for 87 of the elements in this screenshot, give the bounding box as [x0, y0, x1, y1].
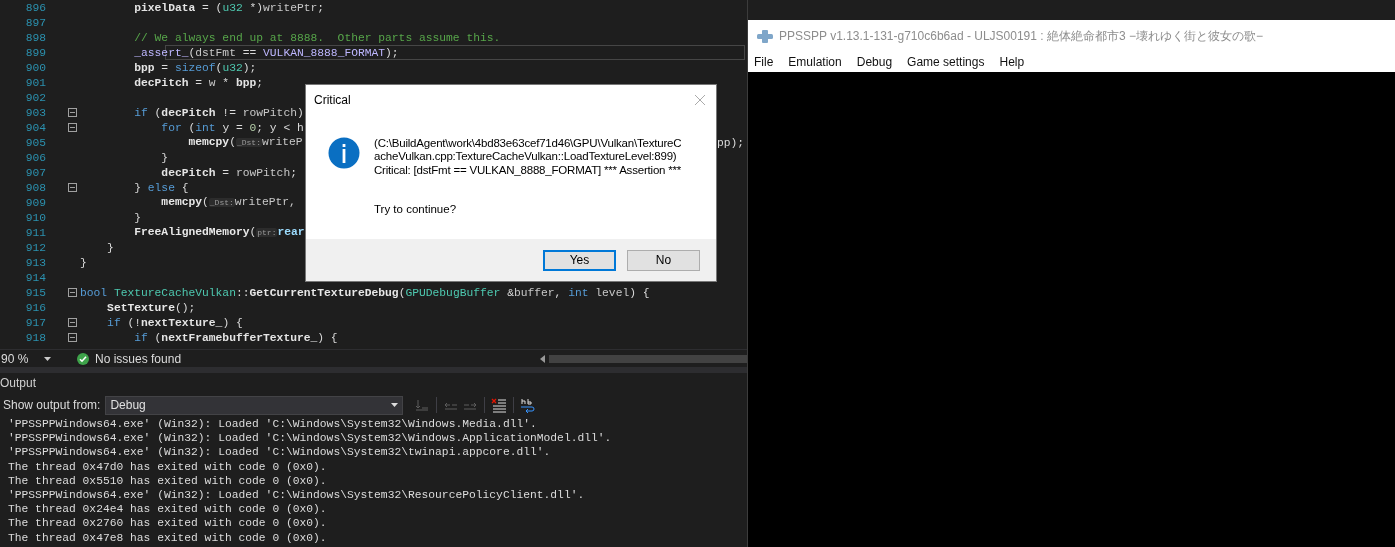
- line-number: 905: [24, 135, 46, 150]
- output-line: The thread 0x2760 has exited with code 0 (0x0).: [8, 516, 328, 531]
- gamepad-icon[interactable]: [757, 29, 773, 43]
- line-number: 909: [24, 195, 46, 210]
- output-line: The thread 0x5510 has exited with code 0 (0x0).: [8, 473, 328, 488]
- line-number: 896: [24, 0, 46, 15]
- code-line: if (!nextTexture_) {: [106, 315, 243, 330]
- clear-all-icon[interactable]: [491, 397, 508, 413]
- dialog-message: acheVulkan.cpp:TextureCacheVulkan::LoadTextureLevel:899): [374, 150, 678, 164]
- scroll-left-icon[interactable]: [540, 354, 545, 363]
- caret-icon[interactable]: [391, 403, 399, 407]
- line-number: 897: [24, 15, 46, 30]
- line-number: 902: [24, 90, 46, 105]
- dialog-button[interactable]: No: [627, 249, 700, 271]
- zoom-value: 90 %: [1, 351, 29, 366]
- output-line: 'PPSSPPWindows64.exe' (Win32): Loaded 'C:\Windows\System32\Windows.ApplicationModel.dll'.: [8, 431, 613, 446]
- menu-item[interactable]: Help: [999, 55, 1025, 69]
- line-number: 914: [24, 270, 46, 285]
- code-text: pp);: [716, 135, 744, 150]
- line-number: 913: [24, 255, 46, 270]
- line-number: 910: [24, 210, 46, 225]
- dialog-question: Try to continue?: [374, 202, 458, 215]
- code-line: }: [133, 210, 141, 225]
- collapse-icon[interactable]: [68, 288, 77, 297]
- source-dropdown[interactable]: Debug: [105, 395, 404, 415]
- menu-item[interactable]: Emulation: [788, 55, 842, 69]
- line-number: 904: [24, 120, 46, 135]
- code-line: decPitch = w * bpp;: [133, 75, 264, 90]
- code-line: _assert_(dstFmt == VULKAN_8888_FORMAT);: [133, 45, 399, 60]
- code-line: memcpy(_Dst:writeP: [187, 135, 303, 150]
- output-line: 'PPSSPPWindows64.exe' (Win32): Loaded 'C:\Windows\System32\Windows.Media.dll'.: [8, 417, 538, 432]
- output-line: 'PPSSPPWindows64.exe' (Win32): Loaded 'C:\Windows\System32\twinapi.appcore.dll'.: [8, 445, 552, 460]
- line-number: 908: [24, 180, 46, 195]
- menu-item[interactable]: File: [754, 55, 774, 69]
- collapse-icon[interactable]: [68, 108, 77, 117]
- dialog-message: (C:\BuildAgent\work\4bd83e63cef71d46\GPU\Vulkan\TextureC: [374, 137, 682, 151]
- output-line: The thread 0x47d0 has exited with code 0 (0x0).: [8, 459, 328, 474]
- output-line: The thread 0x47e8 has exited with code 0 (0x0).: [8, 530, 328, 545]
- code-line: }: [106, 240, 114, 255]
- line-number: 903: [24, 105, 46, 120]
- caret-icon[interactable]: [44, 356, 51, 361]
- code-line: FreeAlignedMemory(ptr:rear: [133, 225, 305, 240]
- dialog-button[interactable]: Yes: [543, 249, 616, 271]
- line-number: 900: [24, 60, 46, 75]
- line-number: 917: [24, 315, 46, 330]
- code-line: decPitch = rowPitch;: [160, 165, 297, 180]
- collapse-icon[interactable]: [68, 318, 77, 327]
- code-line: pixelData = (u32 *)writePtr;: [133, 0, 325, 15]
- code-line: memcpy(_Dst:writePtr,: [160, 195, 296, 210]
- status-text: No issues found: [95, 351, 182, 366]
- horizontal-scrollbar[interactable]: [540, 353, 747, 364]
- zoom-dropdown[interactable]: 90 %: [0, 351, 55, 366]
- menu-item[interactable]: Game settings: [907, 55, 985, 69]
- code-line: for (int y = 0; y < h: [160, 120, 304, 135]
- line-number: 898: [24, 30, 46, 45]
- line-number: 916: [24, 300, 46, 315]
- field-label: Show output from:: [3, 398, 101, 412]
- line-number: 912: [24, 240, 46, 255]
- code-line: // We always end up at 8888. Other parts assume this.: [133, 30, 501, 45]
- line-number: 918: [24, 330, 46, 345]
- line-number: 906: [24, 150, 46, 165]
- output-line: The thread 0x24e4 has exited with code 0 (0x0).: [8, 502, 328, 517]
- code-line: }: [80, 255, 87, 270]
- code-line: } else {: [133, 180, 189, 195]
- check-icon[interactable]: [77, 352, 89, 365]
- collapse-icon[interactable]: [68, 183, 77, 192]
- dialog-title: Critical: [314, 93, 351, 107]
- line-number: 907: [24, 165, 46, 180]
- line-number: 899: [24, 45, 46, 60]
- code-line: }: [160, 150, 169, 165]
- output-line: 'PPSSPPWindows64.exe' (Win32): Loaded 'C:\Windows\System32\ResourcePolicyClient.dll'.: [8, 487, 586, 503]
- collapse-icon[interactable]: [68, 333, 77, 342]
- panel-title: Output: [0, 376, 37, 390]
- window-title: PPSSPP v1.13.1-131-g710c6b6ad - ULJS00191 : 絶体絶命都市3 −壊れゆく街と彼女の歌−: [779, 27, 1263, 45]
- line-number: 915: [24, 285, 46, 300]
- code-line: SetTexture();: [106, 300, 196, 315]
- info-icon[interactable]: [328, 137, 360, 169]
- collapse-icon[interactable]: [68, 123, 77, 132]
- code-line: bool TextureCacheVulkan::GetCurrentTextureDebug(GPUDebugBuffer &buffer, int level) {: [80, 285, 650, 300]
- code-line: bpp = sizeof(u32);: [133, 60, 257, 75]
- line-number: 901: [24, 75, 46, 90]
- menu-item[interactable]: Debug: [856, 55, 893, 69]
- code-line: if (decPitch != rowPitch): [133, 105, 304, 120]
- line-number: 911: [24, 225, 46, 240]
- code-line: if (nextFramebufferTexture_) {: [133, 330, 338, 345]
- dialog-message: Critical: [dstFmt == VULKAN_8888_FORMAT] *** Assertion ***: [374, 163, 682, 177]
- word-wrap-icon[interactable]: [520, 397, 537, 413]
